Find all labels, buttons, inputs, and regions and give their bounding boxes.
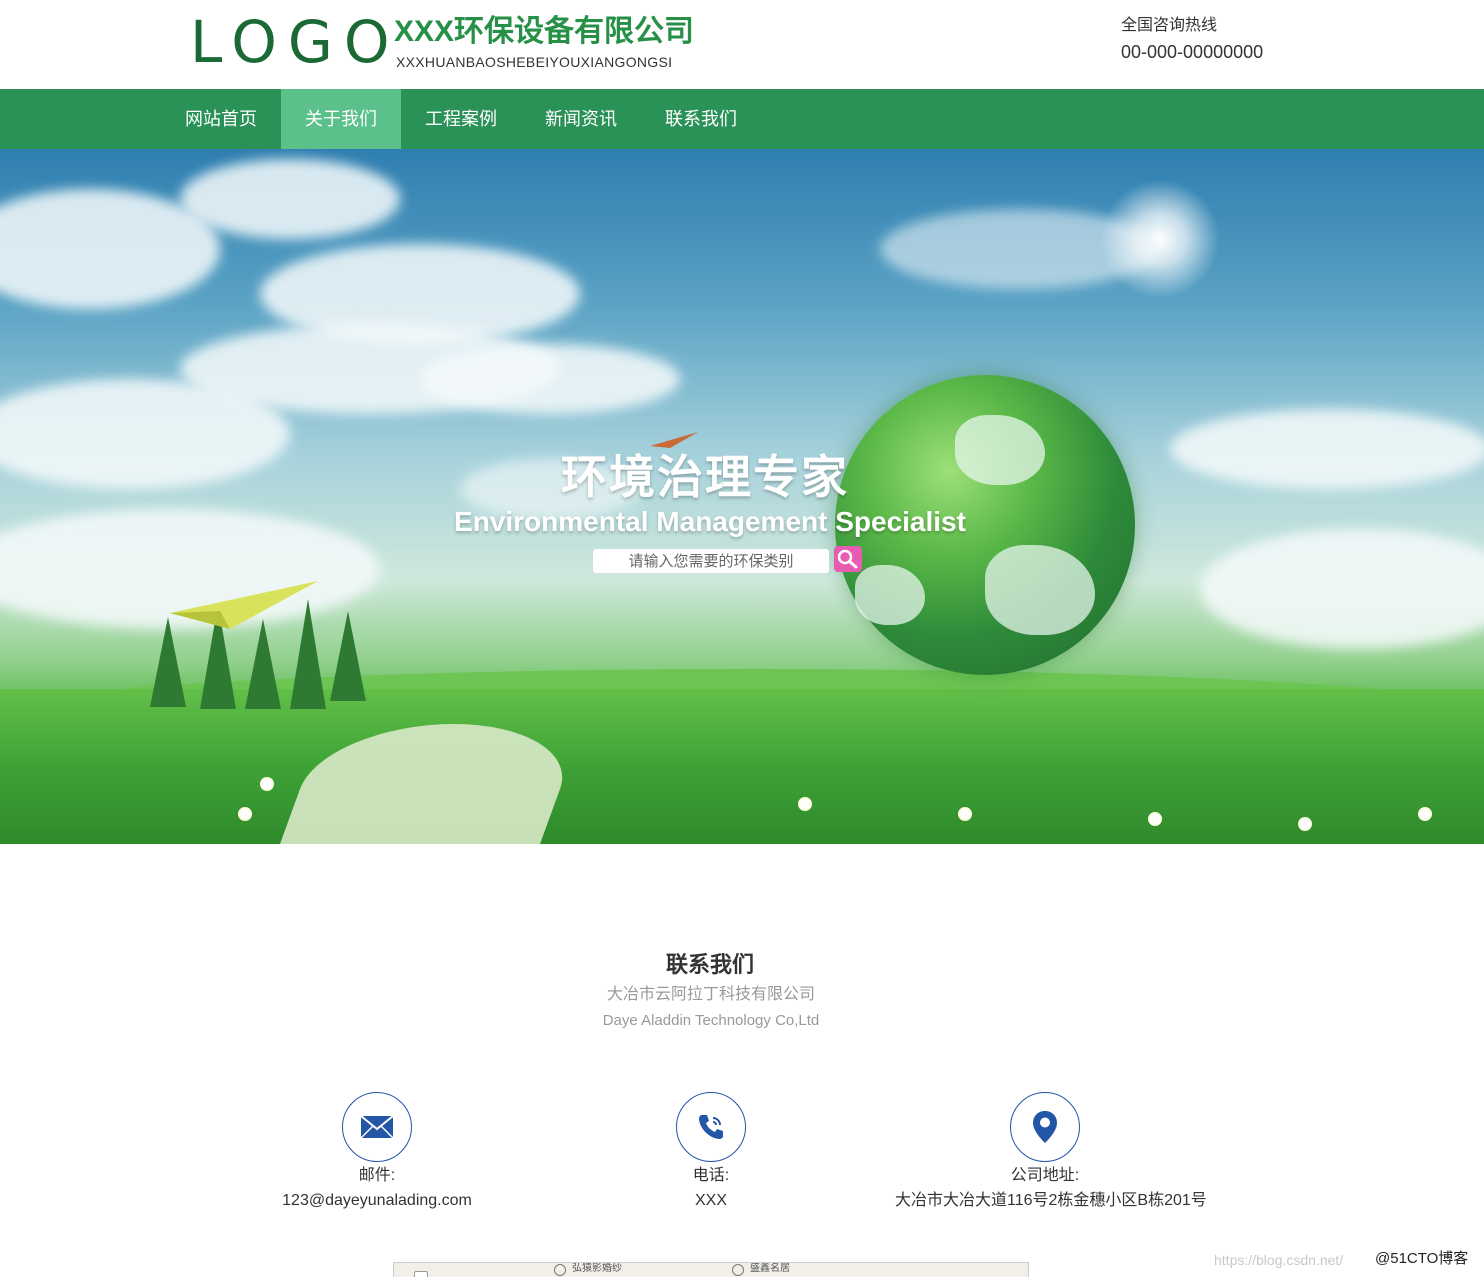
map-poi-icon <box>554 1264 566 1276</box>
address-label: 公司地址: <box>1010 1167 1080 1184</box>
flower-decoration <box>262 779 272 789</box>
contact-address: 公司地址: 大冶市大冶大道116号2栋金穗小区B栋201号 <box>895 1092 1207 1211</box>
map-poi-icon <box>732 1264 744 1276</box>
email-circle <box>342 1092 412 1162</box>
flower-decoration <box>1420 809 1430 819</box>
site-header: LOGO XXX环保设备有限公司 XXXHUANBAOSHEBEIYOUXIAN… <box>0 0 1484 89</box>
grass-decoration <box>0 689 1484 844</box>
email-value[interactable]: 123@dayeyunalading.com <box>227 1191 527 1211</box>
flower-decoration <box>1150 814 1160 824</box>
flower-decoration <box>960 809 970 819</box>
watermark-url: https://blog.csdn.net/ <box>1214 1252 1344 1268</box>
contact-company-cn: 大冶市云阿拉丁科技有限公司 <box>606 986 815 1003</box>
nav-item-cases[interactable]: 工程案例 <box>401 89 521 149</box>
company-name-cn: XXX环保设备有限公司 <box>394 15 695 48</box>
company-name-en: XXXHUANBAOSHEBEIYOUXIANGONGSI <box>396 54 673 70</box>
envelope-icon <box>360 1115 394 1139</box>
tree-decoration <box>245 619 281 709</box>
cloud-decoration <box>420 344 680 414</box>
cloud-decoration <box>180 159 400 239</box>
flower-decoration <box>1300 819 1310 829</box>
phone-value[interactable]: XXX <box>561 1191 861 1211</box>
tree-decoration <box>330 611 366 701</box>
nav-item-about[interactable]: 关于我们 <box>281 89 401 149</box>
phone-label: 电话: <box>692 1167 730 1184</box>
map-control-icon[interactable] <box>414 1271 428 1277</box>
search-icon <box>837 549 858 569</box>
hotline-number: 00-000-00000000 <box>1121 42 1264 62</box>
phone-icon <box>699 1115 723 1139</box>
banner-title: 环境治理专家 <box>561 451 849 503</box>
hero-banner: 环境治理专家 Environmental Management Speciali… <box>0 149 1484 844</box>
globe-land-decoration <box>985 545 1095 635</box>
flower-decoration <box>240 809 250 819</box>
map-label: 盛鑫名居 <box>750 1263 790 1274</box>
contact-company-en: Daye Aladdin Technology Co,Ltd <box>602 1012 820 1029</box>
location-pin-icon <box>1033 1111 1057 1143</box>
cloud-decoration <box>880 209 1160 289</box>
address-value: 大冶市大冶大道116号2栋金穗小区B栋201号 <box>895 1192 1207 1209</box>
map-widget[interactable]: 弘猿影婚纱 盛鑫名居 <box>393 1262 1029 1277</box>
paper-plane-icon <box>650 432 698 448</box>
nav-item-contact[interactable]: 联系我们 <box>641 89 761 149</box>
contact-title: 联系我们 <box>665 952 754 977</box>
flower-decoration <box>800 799 810 809</box>
phone-circle <box>676 1092 746 1162</box>
main-nav: 网站首页 关于我们 工程案例 新闻资讯 联系我们 <box>0 89 1484 149</box>
address-circle <box>1010 1092 1080 1162</box>
paper-plane-icon <box>170 581 318 629</box>
map-label: 弘猿影婚纱 <box>572 1263 622 1274</box>
globe-land-decoration <box>855 565 925 625</box>
contact-phone: 电话: XXX <box>561 1092 861 1211</box>
banner-subtitle: Environmental Management Specialist <box>454 506 966 537</box>
hotline-label: 全国咨询热线 <box>1121 17 1218 34</box>
search-input[interactable] <box>593 549 829 573</box>
site-logo[interactable]: LOGO <box>190 8 401 76</box>
nav-item-home[interactable]: 网站首页 <box>161 89 281 149</box>
nav-item-news[interactable]: 新闻资讯 <box>521 89 641 149</box>
contact-email: 邮件: 123@dayeyunalading.com <box>227 1092 527 1211</box>
email-label: 邮件: <box>358 1167 396 1184</box>
cloud-decoration <box>1200 529 1484 649</box>
watermark-site: @51CTO博客 <box>1375 1250 1469 1267</box>
search-button[interactable] <box>834 546 862 572</box>
